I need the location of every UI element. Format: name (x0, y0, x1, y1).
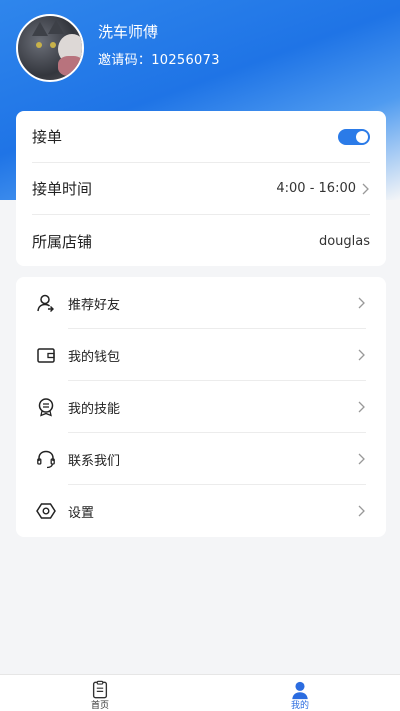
chevron-right-icon (362, 183, 369, 194)
accept-orders-toggle[interactable] (338, 128, 370, 145)
headset-icon (37, 450, 55, 469)
order-time-value: 4:00 - 16:00 (276, 181, 356, 196)
store-row: 所属店铺 douglas (32, 215, 370, 267)
wallet-icon (37, 348, 55, 363)
skills-icon (38, 398, 54, 417)
tab-home[interactable]: 首页 (60, 675, 140, 711)
order-time-label: 接单时间 (32, 180, 93, 198)
accept-orders-label: 接单 (32, 128, 63, 146)
chevron-right-icon (358, 505, 365, 517)
menu-item-label: 我的技能 (68, 401, 121, 417)
user-filled-icon (292, 681, 308, 700)
chevron-right-icon (358, 297, 365, 309)
chevron-right-icon (358, 349, 365, 361)
avatar[interactable] (16, 14, 84, 82)
store-value: douglas (318, 233, 370, 249)
profile-section: 洗车师傅 邀请码：10256073 (16, 14, 220, 82)
store-label: 所属店铺 (32, 232, 93, 251)
menu-item-contact-us[interactable]: 联系我们 (36, 433, 366, 485)
bottom-tab-bar: 首页 我的 (0, 674, 400, 711)
tab-mine-label: 我的 (290, 701, 309, 711)
tab-home-label: 首页 (90, 701, 109, 711)
menu-item-wallet[interactable]: 我的钱包 (36, 329, 366, 381)
document-icon (92, 680, 108, 699)
user-icon (37, 294, 54, 312)
menu-item-label: 联系我们 (68, 453, 121, 469)
menu-item-label: 推荐好友 (68, 297, 121, 313)
order-time-row[interactable]: 接单时间 4:00 - 16:00 (32, 163, 370, 215)
invite-code: 邀请码：10256073 (98, 53, 220, 68)
tab-mine[interactable]: 我的 (260, 675, 340, 711)
accept-orders-row: 接单 (32, 111, 370, 163)
settings-hex-icon (36, 503, 56, 519)
menu-card: 推荐好友 我的钱包 我的技能 联系我们 设置 (16, 277, 386, 537)
order-settings-card: 接单 接单时间 4:00 - 16:00 所属店铺 douglas (16, 111, 386, 266)
menu-item-label: 我的钱包 (68, 349, 121, 365)
chevron-right-icon (358, 453, 365, 465)
menu-item-label: 设置 (68, 505, 95, 521)
menu-item-settings[interactable]: 设置 (36, 485, 366, 537)
menu-item-recommend-friends[interactable]: 推荐好友 (36, 277, 366, 329)
toggle-knob (356, 130, 368, 143)
chevron-right-icon (358, 401, 365, 413)
profile-name: 洗车师傅 (98, 23, 159, 41)
menu-item-skills[interactable]: 我的技能 (36, 381, 366, 433)
